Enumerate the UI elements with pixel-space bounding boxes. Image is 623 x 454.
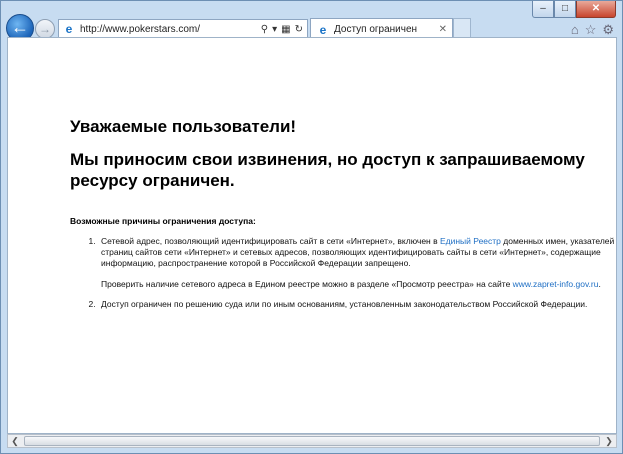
url-text[interactable]: http://www.pokerstars.com/ xyxy=(80,24,261,35)
toolbar-right: ⌂ ☆ ⚙ xyxy=(571,22,614,38)
reason2-text: Доступ ограничен по решению суда или по … xyxy=(101,299,588,309)
apology-heading: Мы приносим свои извинения, но доступ к … xyxy=(70,150,585,190)
list-item: Доступ ограничен по решению суда или по … xyxy=(98,299,615,310)
home-icon[interactable]: ⌂ xyxy=(571,22,579,38)
reason1-check-text: Проверить наличие сетевого адреса в Един… xyxy=(101,279,615,290)
registry-link[interactable]: Единый Реестр xyxy=(440,236,501,246)
reasons-list: Сетевой адрес, позволяющий идентифициров… xyxy=(98,236,615,310)
refresh-icon[interactable]: ↻ xyxy=(295,24,303,35)
page-content: Уважаемые пользователи! Мы приносим свои… xyxy=(7,37,617,434)
ie-page-icon: e xyxy=(65,22,73,36)
tools-gear-icon[interactable]: ⚙ xyxy=(602,22,614,38)
tab-close-icon[interactable]: ✕ xyxy=(439,24,447,35)
reason1-text: Сетевой адрес, позволяющий идентифициров… xyxy=(101,236,615,269)
check-text: Проверить наличие сетевого адреса в Един… xyxy=(101,279,513,289)
favorites-icon[interactable]: ☆ xyxy=(585,22,597,38)
reason1-part1: Сетевой адрес, позволяющий идентифициров… xyxy=(101,236,440,246)
address-bar-tools: ⚲ ▾ ▦ ↻ xyxy=(261,24,303,35)
address-bar[interactable]: e http://www.pokerstars.com/ ⚲ ▾ ▦ ↻ xyxy=(58,19,308,39)
check-end: . xyxy=(598,279,601,289)
scroll-thumb[interactable] xyxy=(24,436,600,446)
notice: Уважаемые пользователи! Мы приносим свои… xyxy=(70,116,615,319)
reasons-title: Возможные причины ограничения доступа: xyxy=(70,216,256,226)
scroll-right-icon[interactable]: ❯ xyxy=(602,435,616,447)
compatibility-view-icon[interactable]: ▦ xyxy=(281,24,290,35)
horizontal-scrollbar[interactable]: ❮ ❯ xyxy=(7,434,617,448)
forward-button[interactable]: → xyxy=(35,19,55,39)
zapret-info-link[interactable]: www.zapret-info.gov.ru xyxy=(513,279,599,289)
scroll-left-icon[interactable]: ❮ xyxy=(8,435,22,447)
tab-ie-icon: e xyxy=(319,22,327,37)
list-item: Сетевой адрес, позволяющий идентифициров… xyxy=(98,236,615,290)
browser-window: – □ ✕ ← → e http://www.pokerstars.com/ ⚲… xyxy=(0,0,623,454)
dropdown-icon[interactable]: ▾ xyxy=(272,24,277,35)
tab-title: Доступ ограничен xyxy=(334,24,418,35)
greeting-heading: Уважаемые пользователи! xyxy=(70,117,297,136)
search-icon[interactable]: ⚲ xyxy=(261,24,268,35)
